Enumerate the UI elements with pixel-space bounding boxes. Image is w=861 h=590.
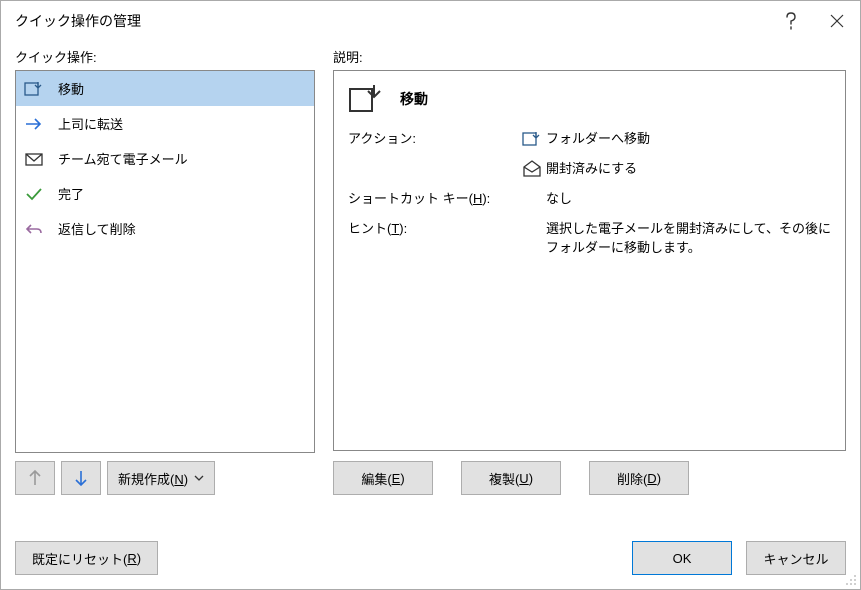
close-icon	[830, 14, 844, 28]
list-item-label: チーム宛て電子メール	[58, 149, 188, 168]
hint-label: ヒント(T):	[348, 219, 518, 239]
help-icon	[785, 12, 797, 30]
arrow-down-icon	[74, 469, 88, 487]
list-controls: 新規作成(N)	[15, 461, 315, 495]
detail-box: 移動 アクション: フォルダーへ移動 開封済みにする ショートカ	[333, 70, 846, 451]
list-item-forward[interactable]: 上司に転送	[16, 106, 314, 141]
detail-title: 移動	[400, 89, 428, 109]
list-item-reply-delete[interactable]: 返信して削除	[16, 211, 314, 246]
check-icon	[24, 186, 44, 202]
cancel-button[interactable]: キャンセル	[746, 541, 846, 575]
move-to-folder-icon	[24, 80, 44, 98]
quicksteps-list[interactable]: 移動 上司に転送 チーム宛て電子メール	[15, 70, 315, 453]
list-item-label: 移動	[58, 79, 84, 98]
open-envelope-icon	[518, 159, 546, 179]
move-to-folder-large-icon	[348, 83, 384, 115]
dialog-window: クイック操作の管理 クイック操作: 移動	[0, 0, 861, 590]
detail-buttons: 編集(E) 複製(U) 削除(D)	[333, 461, 846, 495]
footer-right: OK キャンセル	[632, 541, 846, 575]
hint-value: 選択した電子メールを開封済みにして、その後にフォルダーに移動します。	[546, 219, 831, 258]
envelope-icon	[24, 151, 44, 167]
move-up-button[interactable]	[15, 461, 55, 495]
titlebar-buttons	[768, 1, 860, 41]
reset-defaults-button[interactable]: 既定にリセット(R)	[15, 541, 158, 575]
forward-arrow-icon	[24, 116, 44, 132]
left-panel: クイック操作: 移動 上司に転送	[15, 47, 315, 495]
reply-undo-icon	[24, 221, 44, 237]
help-button[interactable]	[768, 1, 814, 41]
chevron-down-icon	[194, 475, 204, 481]
dialog-title: クイック操作の管理	[15, 11, 768, 31]
resize-grip-icon[interactable]	[843, 572, 857, 586]
list-item-move[interactable]: 移動	[16, 71, 314, 106]
new-quickstep-label: 新規作成(N)	[118, 469, 188, 488]
quicksteps-label: クイック操作:	[15, 47, 315, 66]
titlebar: クイック操作の管理	[1, 1, 860, 41]
description-label: 説明:	[333, 47, 846, 66]
action-2-value: 開封済みにする	[546, 159, 831, 179]
ok-button[interactable]: OK	[632, 541, 732, 575]
edit-button[interactable]: 編集(E)	[333, 461, 433, 495]
duplicate-button[interactable]: 複製(U)	[461, 461, 561, 495]
footer: 既定にリセット(R) OK キャンセル	[15, 541, 846, 575]
detail-header: 移動	[348, 83, 831, 115]
list-item-team-email[interactable]: チーム宛て電子メール	[16, 141, 314, 176]
close-button[interactable]	[814, 1, 860, 41]
action-1-value: フォルダーへ移動	[546, 129, 831, 149]
detail-grid: アクション: フォルダーへ移動 開封済みにする ショートカット キー(H): な…	[348, 129, 831, 258]
shortcut-label: ショートカット キー(H):	[348, 189, 518, 209]
move-down-button[interactable]	[61, 461, 101, 495]
move-to-folder-small-icon	[518, 129, 546, 149]
arrow-up-icon	[28, 469, 42, 487]
list-item-done[interactable]: 完了	[16, 176, 314, 211]
columns: クイック操作: 移動 上司に転送	[15, 47, 846, 495]
dialog-content: クイック操作: 移動 上司に転送	[1, 41, 860, 589]
list-item-label: 返信して削除	[58, 219, 136, 238]
delete-button[interactable]: 削除(D)	[589, 461, 689, 495]
shortcut-value: なし	[546, 189, 831, 209]
action-label: アクション:	[348, 129, 518, 149]
right-panel: 説明: 移動 アクション: フォルダーへ移動	[333, 47, 846, 495]
list-item-label: 完了	[58, 184, 84, 203]
list-item-label: 上司に転送	[58, 114, 123, 133]
new-quickstep-button[interactable]: 新規作成(N)	[107, 461, 215, 495]
